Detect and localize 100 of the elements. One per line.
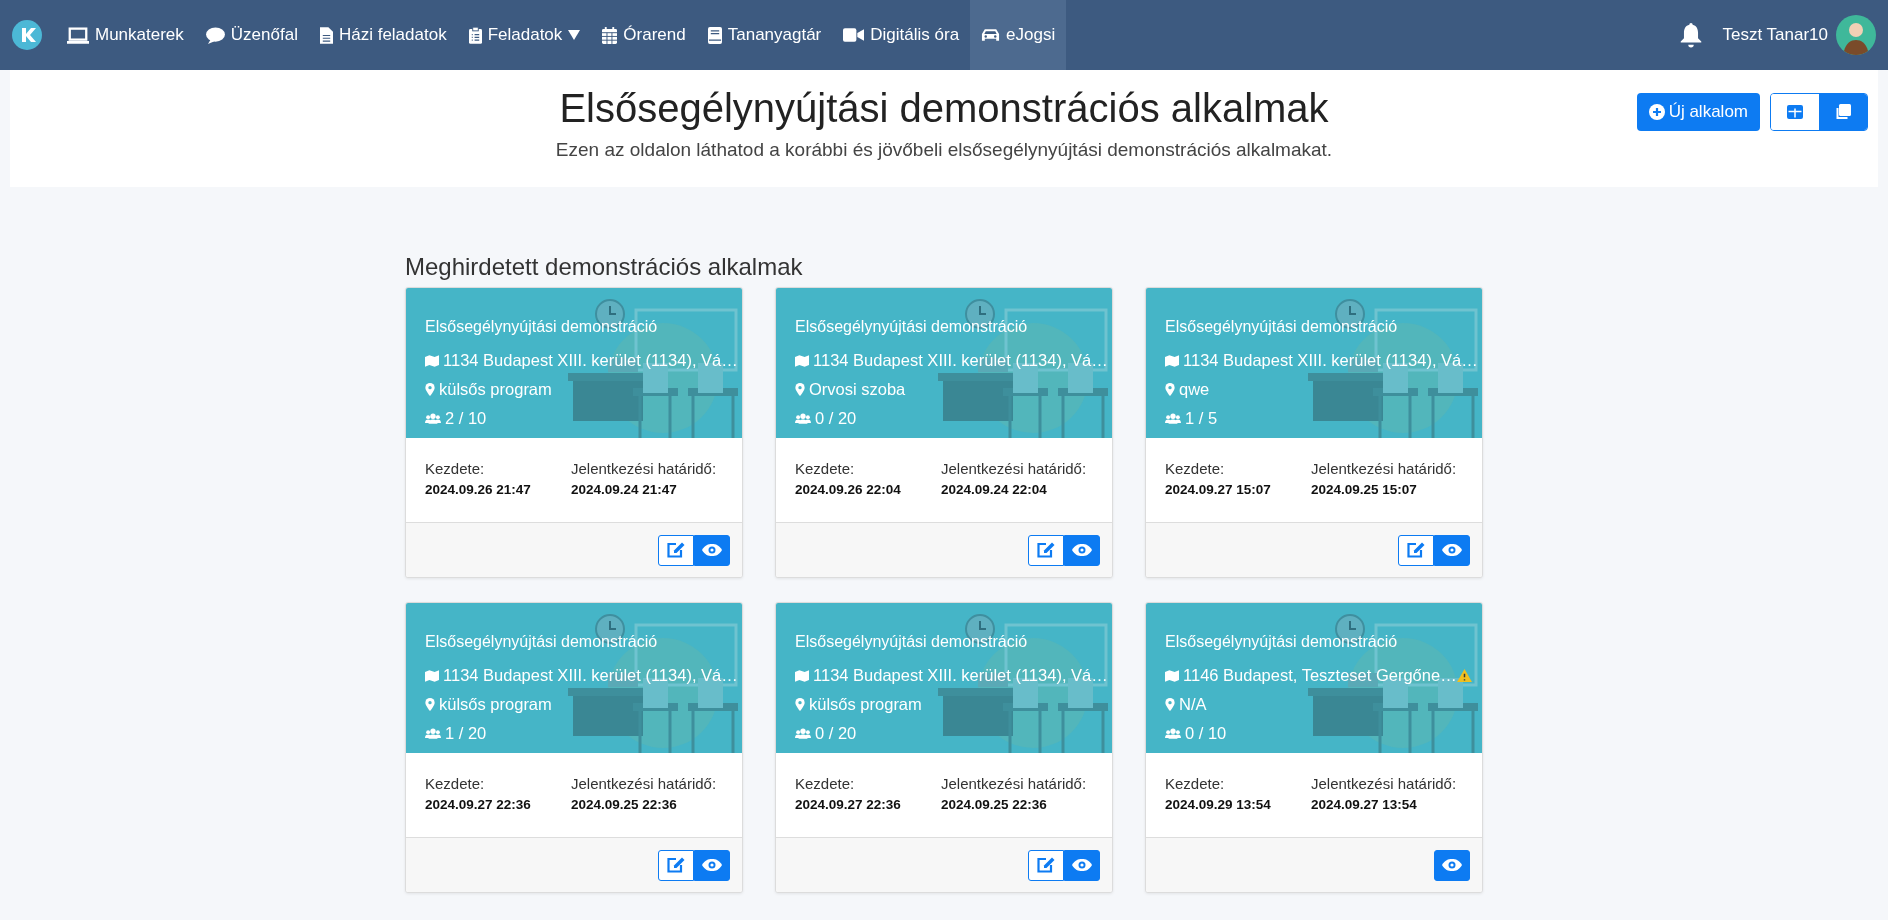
edit-icon [1037, 542, 1055, 558]
plus-circle-icon [1648, 104, 1665, 120]
edit-button[interactable] [658, 849, 694, 881]
eye-icon [702, 544, 722, 556]
place-text: külsős program [439, 695, 552, 714]
start-label: Kezdete: [1165, 775, 1226, 792]
users-icon [795, 728, 811, 739]
start-date: 2024.09.29 13:54 [1165, 797, 1272, 812]
start-label: Kezdete: [1165, 460, 1226, 477]
deadline-label: Jelentkezési határidő: [571, 460, 717, 477]
eye-icon [1442, 859, 1462, 871]
car-icon [981, 28, 1001, 42]
location-pin-icon [425, 698, 435, 711]
map-icon [795, 669, 809, 682]
start-date: 2024.09.27 15:07 [1165, 482, 1272, 497]
caret-icon [568, 30, 581, 40]
nav-link[interactable]: Digitális óra [832, 0, 971, 70]
place-text: külsős program [809, 695, 922, 714]
nav-link[interactable]: eJogsi [970, 0, 1067, 70]
nav-link[interactable]: Feladatok [457, 0, 592, 70]
address-text: 1146 Budapest, Teszteset Gergőne… [1183, 666, 1457, 685]
edit-button[interactable] [1028, 849, 1064, 881]
start-label: Kezdete: [795, 775, 856, 792]
video-camera-icon [843, 28, 865, 42]
capacity-text: 0 / 20 [815, 724, 857, 743]
start-date: 2024.09.26 22:04 [795, 482, 902, 497]
capacity-text: 0 / 10 [1185, 724, 1227, 743]
deadline-label: Jelentkezési határidő: [1311, 775, 1457, 792]
nav-link[interactable]: Órarend [591, 0, 697, 70]
nav-link[interactable]: Házi feladatok [308, 0, 458, 70]
view-button[interactable] [1434, 534, 1470, 566]
card-title: Elsősegélynyújtási demonstráció [795, 318, 1029, 337]
edit-icon [667, 857, 685, 873]
nav-link[interactable]: Üzenőfal [194, 0, 309, 70]
capacity-text: 1 / 5 [1185, 409, 1218, 428]
start-label: Kezdete: [795, 460, 856, 477]
deadline-date: 2024.09.25 15:07 [1311, 482, 1418, 497]
edit-button[interactable] [1398, 534, 1434, 566]
users-icon [1165, 728, 1181, 739]
edit-button[interactable] [1028, 534, 1064, 566]
map-icon [795, 354, 809, 367]
view-button[interactable] [1064, 849, 1100, 881]
location-pin-icon [1165, 383, 1175, 396]
deadline-date: 2024.09.25 22:36 [571, 797, 678, 812]
view-button[interactable] [1064, 534, 1100, 566]
card-title: Elsősegélynyújtási demonstráció [425, 318, 659, 337]
bell-icon[interactable] [1680, 22, 1703, 48]
edit-button[interactable] [658, 534, 694, 566]
address-text: 1134 Budapest XIII. kerület (1134), Vá… [1183, 351, 1478, 370]
map-icon [1165, 669, 1179, 682]
address-text: 1134 Budapest XIII. kerület (1134), Vá… [813, 666, 1108, 685]
location-pin-icon [1165, 698, 1175, 711]
view-button[interactable] [1434, 849, 1470, 881]
eye-icon [1442, 544, 1462, 556]
place-text: külsős program [439, 380, 552, 399]
book-icon [707, 26, 722, 44]
place-text: N/A [1179, 695, 1207, 714]
view-button[interactable] [694, 849, 730, 881]
card-title: Elsősegélynyújtási demonstráció [1165, 633, 1399, 652]
copy-icon [1835, 104, 1851, 120]
user-name[interactable]: Teszt Tanar10 [1722, 25, 1828, 45]
section-title: Meghirdetett demonstrációs alkalmak [405, 253, 804, 281]
card-view-button[interactable] [1819, 94, 1867, 130]
users-icon [425, 413, 441, 424]
card-title: Elsősegélynyújtási demonstráció [425, 633, 659, 652]
eye-icon [702, 859, 722, 871]
document-icon [319, 26, 333, 44]
nav-link[interactable]: Munkaterek [56, 0, 195, 70]
place-text: qwe [1179, 380, 1210, 399]
logo-icon[interactable] [12, 20, 42, 50]
nav-link[interactable]: Tananyagtár [696, 0, 833, 70]
new-session-button[interactable]: Új alkalom [1636, 93, 1760, 131]
map-icon [425, 354, 439, 367]
start-date: 2024.09.27 22:36 [795, 797, 902, 812]
page-title: Elsősegélynyújtási demonstrációs alkalmak [559, 86, 1329, 131]
card-title: Elsősegélynyújtási demonstráció [1165, 318, 1399, 337]
location-pin-icon [425, 383, 435, 396]
map-icon [1165, 354, 1179, 367]
view-button[interactable] [694, 534, 730, 566]
edit-icon [667, 542, 685, 558]
map-icon [425, 669, 439, 682]
deadline-label: Jelentkezési határidő: [941, 775, 1087, 792]
clipboard-icon [468, 26, 482, 44]
table-icon [1787, 105, 1803, 119]
avatar-icon[interactable] [1836, 15, 1876, 55]
address-text: 1134 Budapest XIII. kerület (1134), Vá… [443, 666, 738, 685]
users-icon [1165, 413, 1181, 424]
start-label: Kezdete: [425, 460, 486, 477]
deadline-label: Jelentkezési határidő: [1311, 460, 1457, 477]
capacity-text: 2 / 10 [445, 409, 487, 428]
edit-icon [1037, 857, 1055, 873]
laptop-icon [67, 26, 89, 44]
deadline-date: 2024.09.25 22:36 [941, 797, 1048, 812]
deadline-date: 2024.09.24 21:47 [571, 482, 678, 497]
start-date: 2024.09.26 21:47 [425, 482, 532, 497]
users-icon [795, 413, 811, 424]
location-pin-icon [795, 698, 805, 711]
address-text: 1134 Budapest XIII. kerület (1134), Vá… [813, 351, 1108, 370]
deadline-label: Jelentkezési határidő: [941, 460, 1087, 477]
start-label: Kezdete: [425, 775, 486, 792]
